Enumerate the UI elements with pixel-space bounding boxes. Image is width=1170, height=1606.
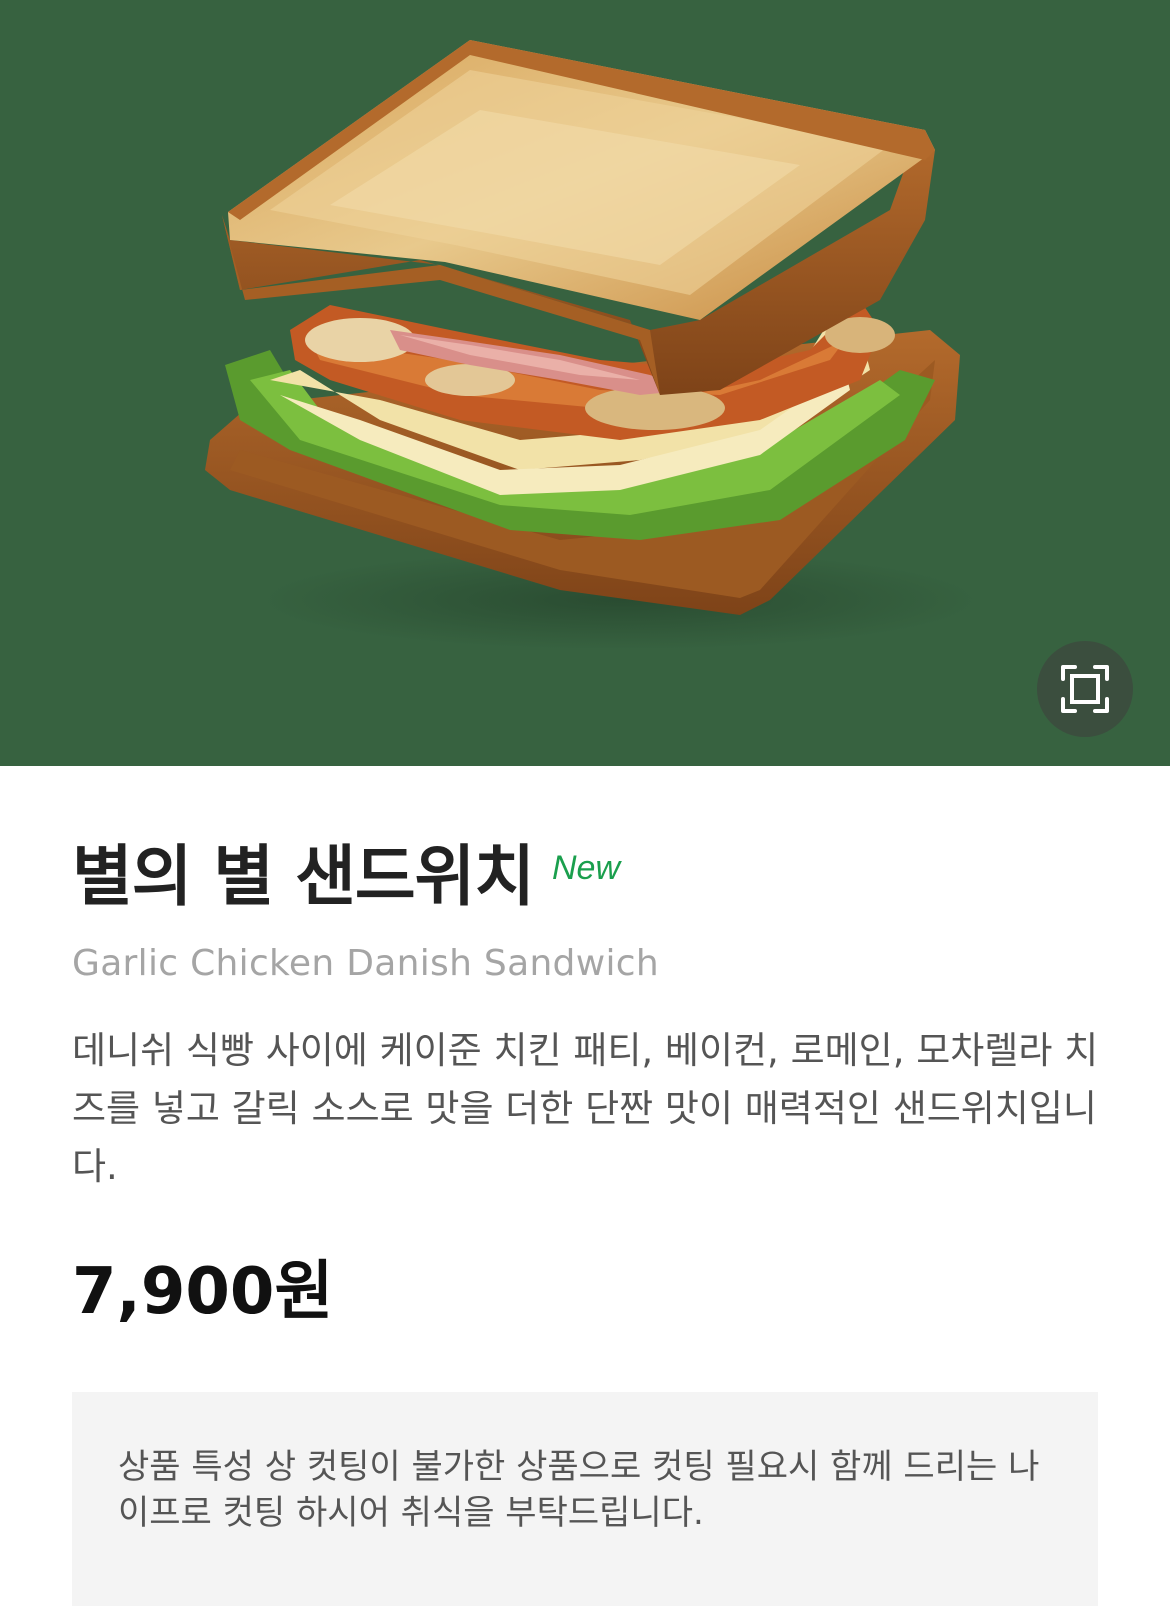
product-hero bbox=[0, 0, 1170, 766]
notice-text: 상품 특성 상 컷팅이 불가한 상품으로 컷팅 필요시 함께 드리는 나이프로 … bbox=[118, 1447, 1040, 1533]
product-price: 7,900원 bbox=[72, 1255, 334, 1329]
product-title: 별의 별 샌드위치 bbox=[72, 838, 535, 915]
new-badge: New bbox=[552, 849, 621, 887]
product-english-name: Garlic Chicken Danish Sandwich bbox=[72, 943, 659, 984]
sandwich-photo bbox=[205, 40, 980, 650]
fullscreen-icon bbox=[1061, 665, 1109, 713]
expand-image-button[interactable] bbox=[1037, 641, 1133, 737]
title-row: 별의 별 샌드위치 New bbox=[72, 832, 1098, 922]
notice-box: 상품 특성 상 컷팅이 불가한 상품으로 컷팅 필요시 함께 드리는 나이프로 … bbox=[72, 1392, 1098, 1606]
product-detail: 별의 별 샌드위치 New Garlic Chicken Danish Sand… bbox=[0, 832, 1170, 1606]
product-description: 데니쉬 식빵 사이에 케이준 치킨 패티, 베이컨, 로메인, 모차렐라 치즈를… bbox=[72, 1029, 1099, 1188]
